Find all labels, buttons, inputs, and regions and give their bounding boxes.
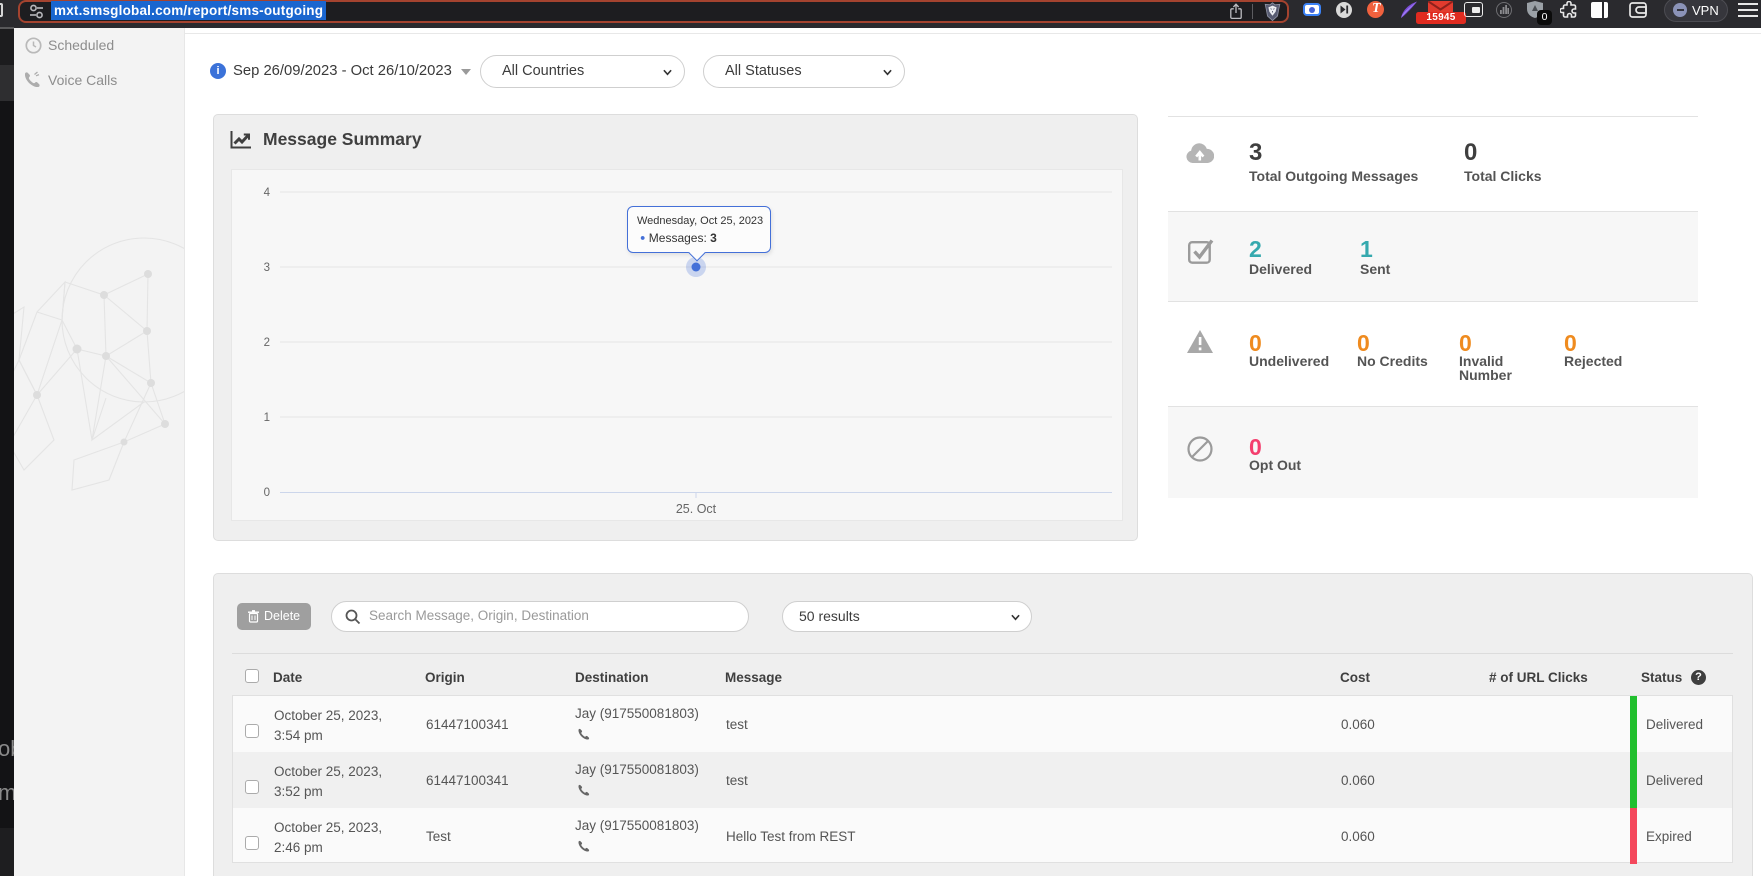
svg-text:25. Oct: 25. Oct: [676, 502, 717, 516]
svg-text:2: 2: [264, 337, 270, 349]
svg-text:4: 4: [264, 187, 271, 199]
svg-text:3: 3: [264, 262, 270, 274]
svg-text:0: 0: [264, 487, 270, 499]
svg-text:1: 1: [264, 412, 270, 424]
